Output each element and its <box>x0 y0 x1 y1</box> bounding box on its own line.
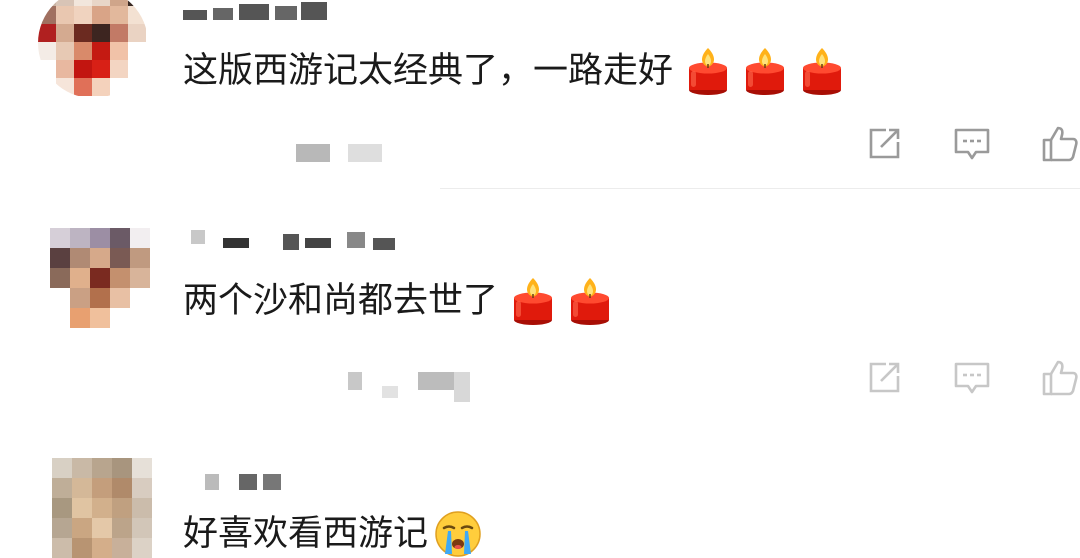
username[interactable] <box>183 230 413 252</box>
comment-text: 这版西游记太经典了，一路走好 <box>183 46 844 96</box>
candle-icon <box>743 46 787 96</box>
crying-face-icon <box>434 510 482 558</box>
avatar[interactable] <box>50 228 150 328</box>
share-icon[interactable] <box>864 124 904 164</box>
comment-text: 好喜欢看西游记 <box>183 510 482 558</box>
comment-text: 两个沙和尚都去世了 <box>183 276 612 326</box>
candle-icon <box>686 46 730 96</box>
candle-icon <box>511 276 555 326</box>
reply-icon[interactable] <box>952 358 992 398</box>
like-icon[interactable] <box>1040 124 1080 164</box>
comment-text-content: 这版西游记太经典了，一路走好 <box>183 51 674 91</box>
comment-item: 好喜欢看西游记 <box>0 420 1080 558</box>
username[interactable] <box>183 0 333 22</box>
reply-icon[interactable] <box>952 124 992 164</box>
comment-actions <box>0 358 1080 398</box>
comment-text-content: 好喜欢看西游记 <box>183 514 429 554</box>
like-icon[interactable] <box>1040 358 1080 398</box>
avatar[interactable] <box>52 458 152 558</box>
comment-item: 两个沙和尚都去世了 <box>0 190 1080 420</box>
candle-icon <box>568 276 612 326</box>
share-icon[interactable] <box>864 358 904 398</box>
username[interactable] <box>205 474 285 496</box>
avatar[interactable] <box>38 0 148 98</box>
candle-icon <box>800 46 844 96</box>
divider <box>440 188 1080 189</box>
comment-actions <box>0 124 1080 164</box>
comment-text-content: 两个沙和尚都去世了 <box>183 281 499 321</box>
comment-item: 这版西游记太经典了，一路走好 <box>0 0 1080 190</box>
